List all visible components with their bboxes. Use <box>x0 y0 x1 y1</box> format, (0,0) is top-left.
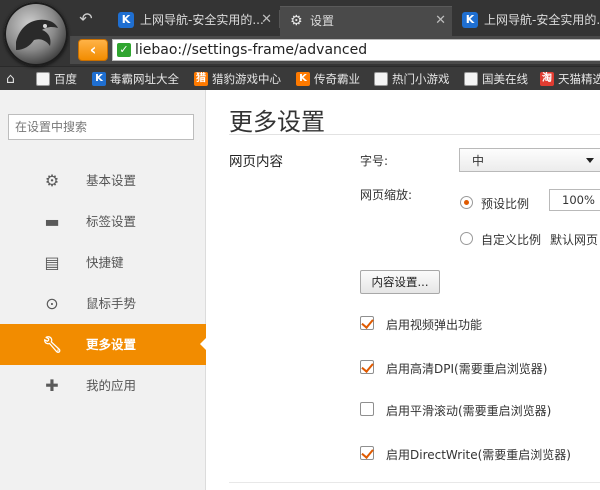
sidebar-item-label: 鼠标手势 <box>86 296 137 311</box>
zoom-preset-radio[interactable] <box>460 196 473 209</box>
bookmark-tmall[interactable]: 淘天猫精选 <box>538 67 600 90</box>
tmall-icon: 淘 <box>540 72 554 86</box>
video-popup-label: 启用视频弹出功能 <box>386 318 483 332</box>
bookmark-gome[interactable]: 国美在线 <box>462 67 528 90</box>
zoom-preset-select[interactable]: 100% <box>549 189 600 211</box>
sidebar-item-my-apps[interactable]: ✚ 我的应用 <box>0 365 206 406</box>
liebao-logo[interactable] <box>4 2 68 66</box>
sidebar-item-label: 标签设置 <box>86 214 137 229</box>
sidebar-item-mouse-gestures[interactable]: ⊙ 鼠标手势 <box>0 283 206 324</box>
kingsoft-k-icon: K <box>462 12 478 28</box>
smooth-scroll-label: 启用平滑滚动(需要重启浏览器) <box>386 404 552 418</box>
bookmark-mini-games[interactable]: 热门小游戏 <box>372 67 450 90</box>
sidebar-item-label: 更多设置 <box>86 337 137 352</box>
mouse-icon: ⊙ <box>45 294 59 313</box>
gear-icon: ⚙ <box>44 171 60 190</box>
smooth-scroll-checkbox[interactable] <box>360 402 374 416</box>
back-button[interactable]: ‹ <box>78 39 108 61</box>
font-size-value: 中 <box>472 154 485 168</box>
section-divider <box>229 482 600 483</box>
zoom-custom-hint: 默认网页 <box>550 233 599 247</box>
page-icon <box>374 72 388 86</box>
sidebar-item-label: 基本设置 <box>86 173 137 188</box>
zoom-preset-label: 预设比例 <box>481 197 530 211</box>
browser-chrome: ↶ K 上网导航-安全实用的... ✕ ⚙ 设置 ✕ K 上网导航-安全实用的.… <box>0 0 600 90</box>
title-divider <box>229 134 600 135</box>
address-bar[interactable]: ✓ liebao://settings-frame/advanced <box>112 39 600 61</box>
tab-title: 上网导航-安全实用的... <box>484 13 600 27</box>
keyboard-icon: ▤ <box>44 253 60 272</box>
tab-title: 上网导航-安全实用的... <box>140 13 264 27</box>
directwrite-checkbox[interactable] <box>360 446 374 460</box>
font-size-select[interactable]: 中 <box>459 148 600 172</box>
close-icon[interactable]: ✕ <box>261 6 272 34</box>
sidebar-item-shortcuts[interactable]: ▤ 快捷键 <box>0 242 206 283</box>
bookmark-baidu[interactable]: 百度 <box>34 67 77 90</box>
zoom-label: 网页缩放: <box>360 188 413 202</box>
home-icon[interactable]: ⌂ <box>6 67 15 90</box>
bookmark-duba[interactable]: K 毒霸网址大全 <box>90 67 179 90</box>
tab-navigation-2[interactable]: K 上网导航-安全实用的... <box>454 6 600 36</box>
close-icon[interactable]: ✕ <box>435 7 446 35</box>
secure-check-icon: ✓ <box>117 43 131 57</box>
kingsoft-k-icon: K <box>92 72 106 86</box>
content-settings-button[interactable]: 内容设置... <box>360 270 440 294</box>
sidebar-item-label: 快捷键 <box>86 255 124 270</box>
leopard-icon <box>16 19 58 50</box>
chevron-down-icon <box>586 158 594 163</box>
bookmark-game-center[interactable]: 猎猎豹游戏中心 <box>192 67 281 90</box>
tab-navigation-1[interactable]: K 上网导航-安全实用的... ✕ <box>110 6 278 36</box>
video-popup-checkbox[interactable] <box>360 316 374 330</box>
puzzle-icon: ✚ <box>45 376 59 395</box>
sidebar-item-tabs[interactable]: ▬ 标签设置 <box>0 201 206 242</box>
zoom-custom-label: 自定义比例 <box>481 233 542 247</box>
settings-nav: ⚙ 基本设置 ▬ 标签设置 ▤ 快捷键 ⊙ 鼠标手势 🔧︎ 更多设置 ✚ 我的应… <box>0 160 207 406</box>
font-size-label: 字号: <box>360 154 389 168</box>
directwrite-label: 启用DirectWrite(需要重启浏览器) <box>386 448 571 462</box>
toolbar: ‹ ✓ liebao://settings-frame/advanced <box>70 36 600 64</box>
high-dpi-label: 启用高清DPI(需要重启浏览器) <box>386 362 548 376</box>
settings-main: 更多设置 网页内容 字号: 中 网页缩放: 预设比例 100% 自定义比例 默认… <box>207 90 600 490</box>
settings-sidebar: ⚙ 基本设置 ▬ 标签设置 ▤ 快捷键 ⊙ 鼠标手势 🔧︎ 更多设置 ✚ 我的应… <box>0 90 207 490</box>
settings-search-input[interactable] <box>8 114 194 140</box>
high-dpi-checkbox[interactable] <box>360 360 374 374</box>
address-text: liebao://settings-frame/advanced <box>135 42 368 58</box>
sidebar-item-more-settings[interactable]: 🔧︎ 更多设置 <box>0 324 207 365</box>
sidebar-item-basic[interactable]: ⚙ 基本设置 <box>0 160 206 201</box>
back-arrow-icon[interactable]: ↶ <box>76 9 96 29</box>
section-label-web-content: 网页内容 <box>229 154 283 170</box>
sidebar-item-label: 我的应用 <box>86 378 137 393</box>
tab-strip: ↶ K 上网导航-安全实用的... ✕ ⚙ 设置 ✕ K 上网导航-安全实用的.… <box>70 0 600 36</box>
zoom-custom-radio[interactable] <box>460 232 473 245</box>
page-title: 更多设置 <box>229 108 325 136</box>
kingsoft-k-icon: K <box>296 72 310 86</box>
bookmarks-bar: ⌂ 百度 K 毒霸网址大全 猎猎豹游戏中心 K 传奇霸业 热门小游戏 国美在线 淘天… <box>0 66 600 90</box>
tab-settings[interactable]: ⚙ 设置 ✕ <box>280 6 452 36</box>
wrench-icon: 🔧︎ <box>42 335 63 354</box>
bookmark-chuanqi[interactable]: K 传奇霸业 <box>294 67 360 90</box>
page-icon <box>464 72 478 86</box>
tab-icon: ▬ <box>44 212 60 231</box>
page-icon <box>36 72 50 86</box>
gear-icon: ⚙ <box>290 13 303 29</box>
tab-title: 设置 <box>310 14 335 28</box>
kingsoft-k-icon: K <box>118 12 134 28</box>
liebao-game-icon: 猎 <box>194 72 208 86</box>
